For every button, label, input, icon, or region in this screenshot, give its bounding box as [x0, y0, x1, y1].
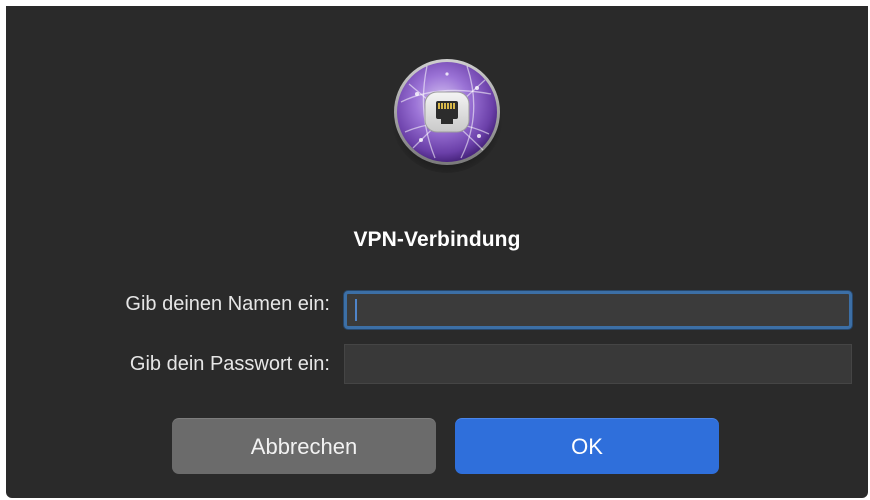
name-field-label: Gib deinen Namen ein:	[125, 293, 330, 315]
dialog-title: VPN-Verbindung	[353, 228, 521, 251]
name-input[interactable]	[344, 291, 852, 329]
password-field-label: Gib dein Passwort ein:	[129, 353, 330, 375]
ok-button[interactable]: OK	[455, 418, 719, 474]
password-input[interactable]	[344, 344, 852, 384]
vpn-network-port-icon	[391, 59, 503, 173]
cancel-button[interactable]: Abbrechen	[172, 418, 436, 474]
text-caret	[355, 299, 357, 321]
vpn-login-dialog: VPN-Verbindung Gib deinen Namen ein: Gib…	[6, 6, 868, 498]
